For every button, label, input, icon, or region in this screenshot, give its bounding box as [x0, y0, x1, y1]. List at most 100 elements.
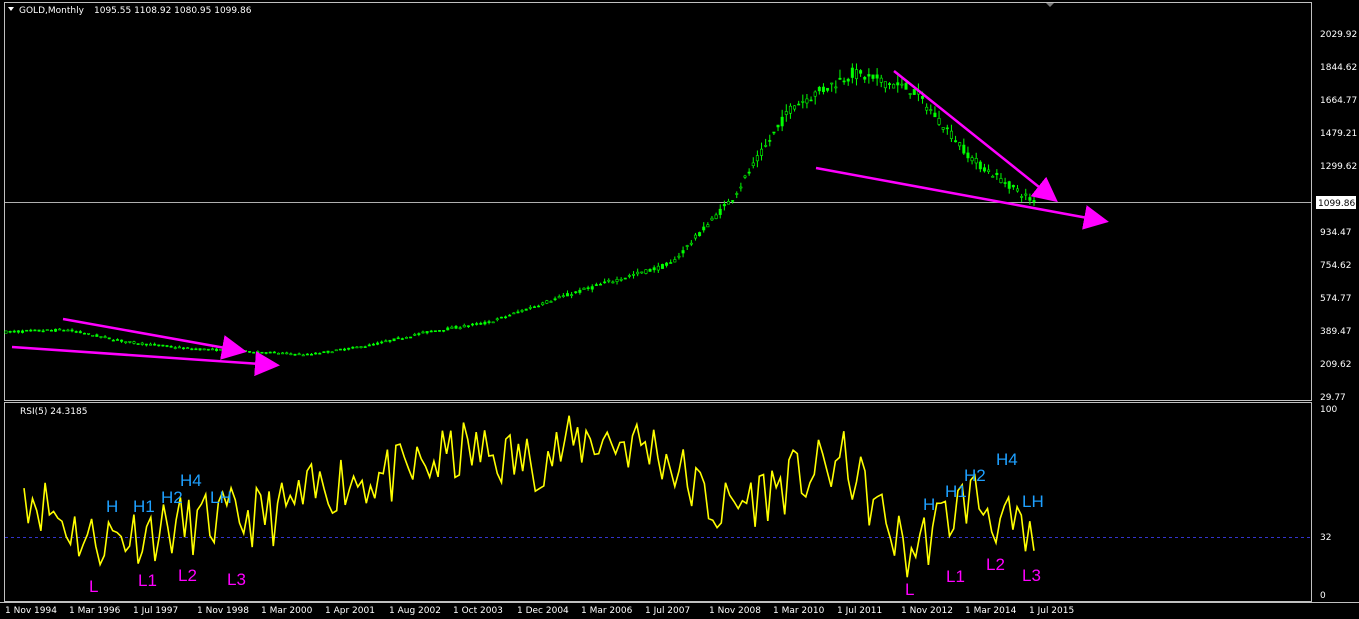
label-l3: L3	[227, 570, 246, 589]
trend-arrow-upper-left	[62, 317, 247, 360]
candle-body	[417, 333, 421, 335]
candle-body	[838, 77, 842, 80]
candle-body	[512, 312, 516, 315]
candle-body	[999, 178, 1003, 183]
candle-body	[87, 333, 91, 335]
price-tick: 209.62	[1320, 360, 1352, 370]
candle-body	[111, 339, 115, 342]
annotations-left: H H1 H2 H4 LH L L1 L2 L3	[89, 471, 246, 596]
time-tick: 1 Nov 2012	[901, 606, 953, 616]
candle-body	[871, 74, 875, 79]
candle-body	[264, 352, 268, 354]
label-l2: L2	[986, 555, 1005, 574]
candle-body	[297, 353, 301, 356]
rsi-title: RSI(5) 24.3185	[20, 407, 87, 417]
candle-body	[1028, 197, 1032, 201]
candle-body	[202, 348, 206, 351]
price-tick: 1479.21	[1320, 129, 1357, 139]
candle-body	[702, 226, 706, 231]
candle-body	[504, 316, 508, 319]
label-l1: L1	[946, 567, 965, 586]
candle-body	[516, 311, 520, 314]
candle-body	[293, 353, 297, 356]
chart-shift-marker-icon[interactable]	[1046, 3, 1054, 7]
candle-body	[479, 322, 483, 325]
candle-body	[400, 338, 404, 340]
candle-body	[74, 331, 78, 333]
candle-body	[37, 329, 41, 332]
candle-body	[817, 86, 821, 92]
candle-body	[351, 346, 355, 349]
candle-body	[190, 348, 194, 351]
candle-body	[520, 310, 524, 312]
candle-body	[760, 148, 764, 156]
label-h2: H2	[161, 488, 183, 507]
candle-body	[578, 289, 582, 293]
candle-body	[693, 234, 697, 239]
main-pane-frame	[4, 2, 1312, 401]
price-tick: 2029.92	[1320, 30, 1357, 40]
candle-body	[450, 326, 454, 329]
candle-body	[107, 337, 111, 340]
candle-body	[499, 316, 503, 319]
candle-body	[561, 295, 565, 297]
candle-body	[962, 144, 966, 154]
candle-body	[103, 336, 107, 338]
candle-body	[491, 321, 495, 324]
candle-body	[768, 140, 772, 142]
price-tick: 1299.62	[1320, 162, 1357, 172]
candle-body	[896, 82, 900, 86]
candle-body	[875, 74, 879, 79]
candle-body	[508, 314, 512, 317]
dropdown-arrow-icon[interactable]	[8, 7, 14, 11]
candle-body	[301, 354, 305, 357]
candle-body	[1003, 182, 1007, 184]
candle-body	[173, 347, 177, 349]
candle-body	[425, 331, 429, 334]
candle-body	[615, 279, 619, 282]
candle-body	[941, 127, 945, 130]
candle-body	[788, 105, 792, 114]
candle-body	[755, 155, 759, 162]
label-lh: LH	[210, 488, 232, 507]
candle-body	[442, 330, 446, 332]
candle-body	[714, 214, 718, 219]
candle-body	[888, 83, 892, 86]
candle-body	[1024, 193, 1028, 196]
time-axis: 1 Nov 1994 1 Mar 1996 1 Jul 1997 1 Nov 1…	[5, 606, 1074, 616]
candle-body	[722, 204, 726, 207]
candle-body	[826, 87, 830, 91]
candle-body	[215, 348, 219, 352]
candle-body	[210, 348, 214, 351]
chart-canvas[interactable]: GOLD,Monthly 1095.55 1108.92 1080.95 109…	[0, 0, 1359, 619]
candle-body	[689, 242, 693, 245]
candle-body	[153, 343, 157, 346]
candle-body	[912, 89, 916, 95]
candle-body	[648, 269, 652, 272]
trend-arrow-lower-right	[815, 166, 1109, 230]
candle-body	[945, 127, 949, 130]
candle-body	[954, 140, 958, 143]
candle-body	[735, 193, 739, 195]
candle-body	[21, 330, 25, 333]
candle-body	[136, 343, 140, 345]
candle-body	[640, 271, 644, 274]
candle-body	[607, 279, 611, 282]
time-tick: 1 Aug 2002	[389, 606, 441, 616]
candle-body	[70, 329, 74, 332]
candle-body	[124, 341, 128, 343]
candle-body	[16, 330, 20, 333]
candle-body	[487, 321, 491, 323]
candle-body	[846, 78, 850, 82]
candle-body	[363, 346, 367, 348]
candle-body	[958, 142, 962, 147]
candle-body	[925, 106, 929, 111]
current-price-label: 1099.86	[1318, 199, 1355, 209]
candle-body	[483, 321, 487, 325]
candle-body	[25, 329, 29, 332]
time-tick: 1 Jul 2007	[645, 606, 690, 616]
price-tick: 754.62	[1320, 261, 1352, 271]
candle-body	[809, 99, 813, 102]
candle-body	[343, 348, 347, 351]
candle-body	[632, 274, 636, 276]
